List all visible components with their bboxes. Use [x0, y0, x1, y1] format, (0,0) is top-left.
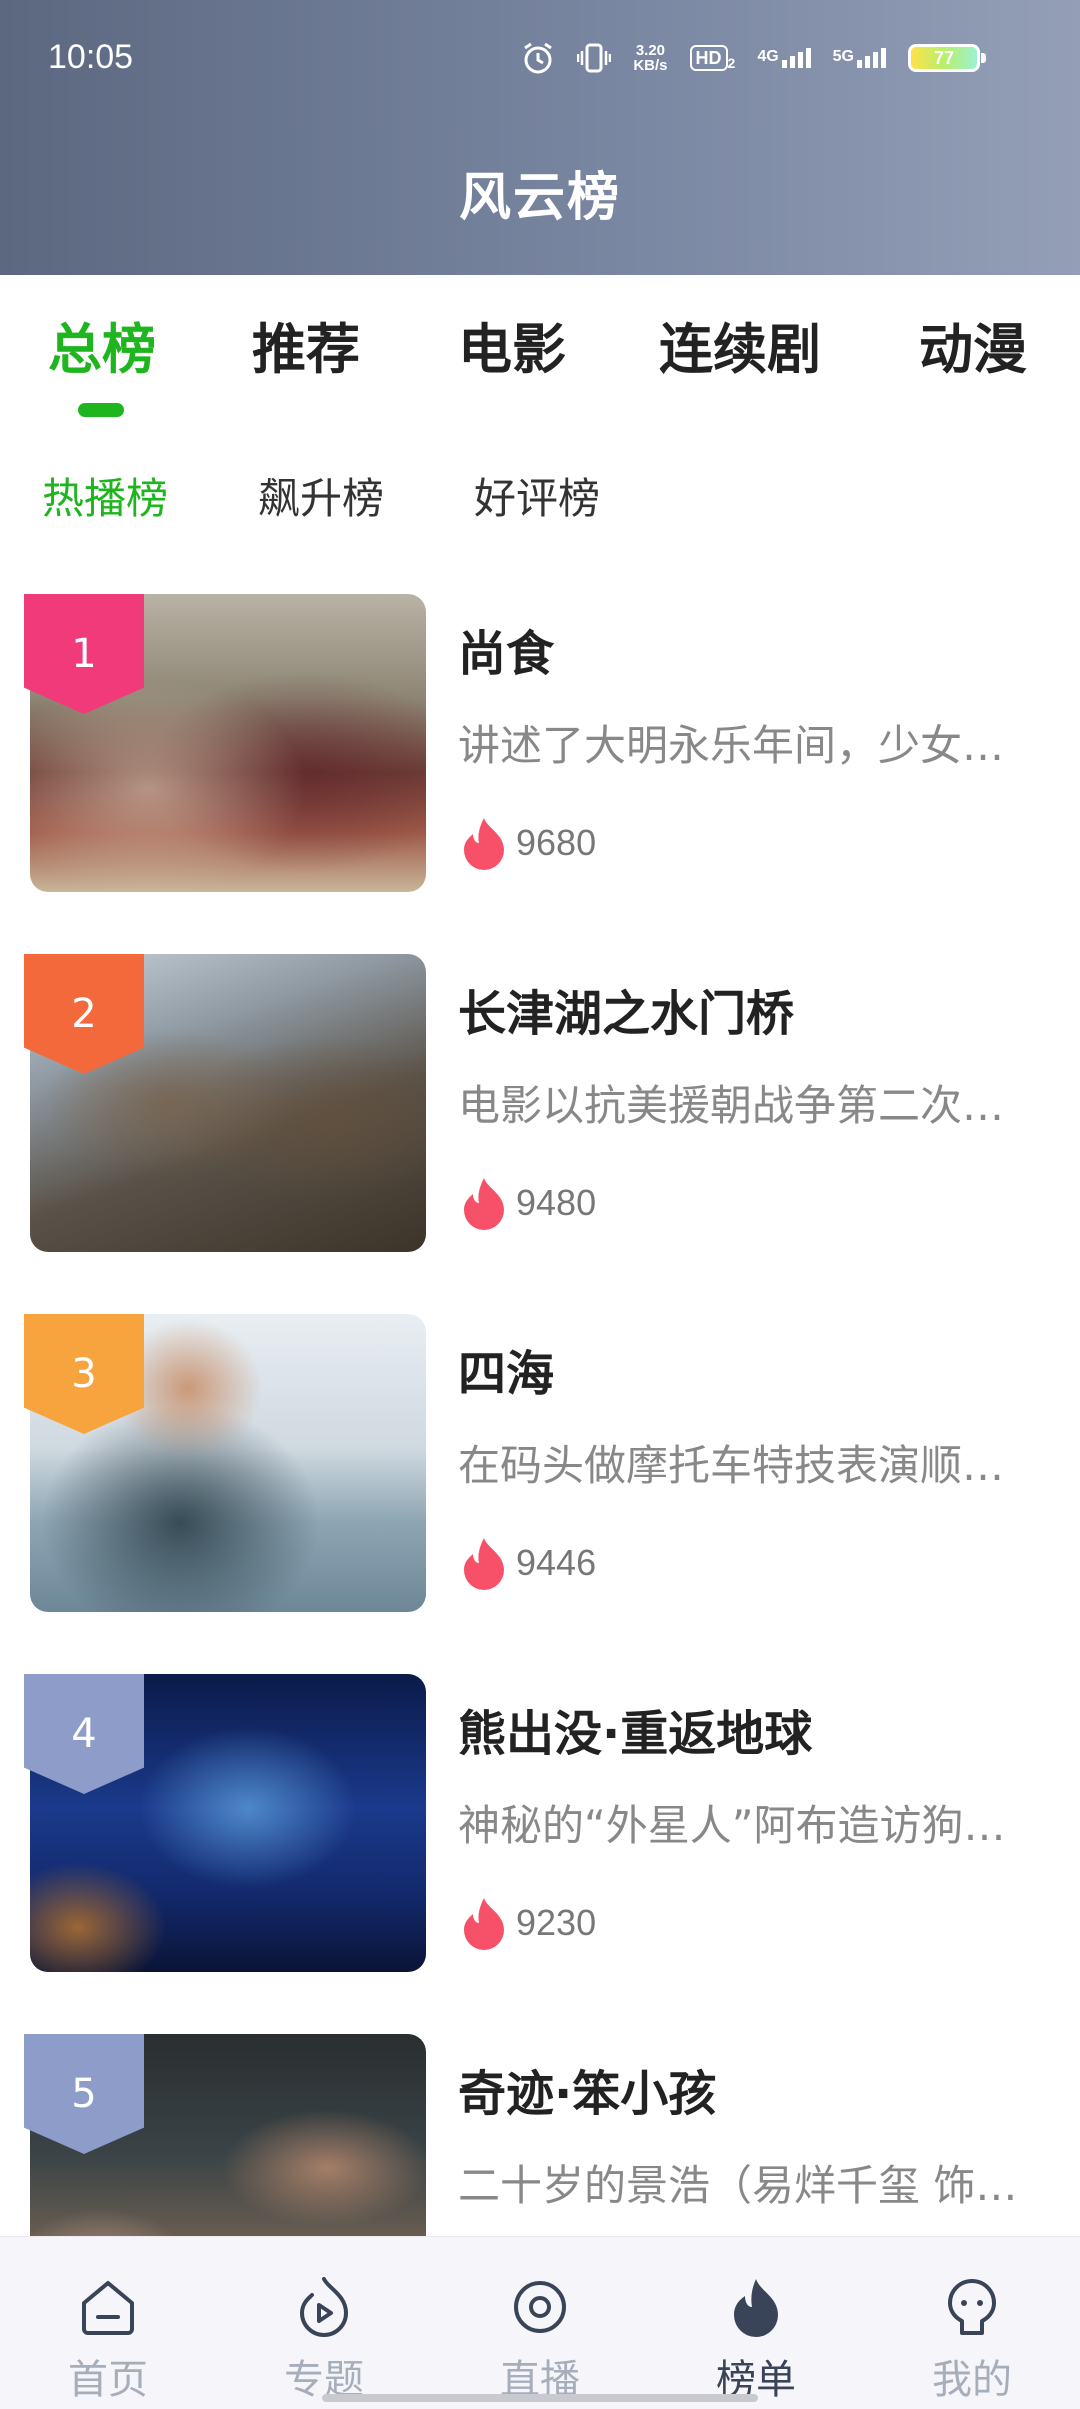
- subtab-rising[interactable]: 飙升榜: [258, 465, 384, 526]
- hd-sub: 2: [727, 55, 736, 71]
- profile-icon: [948, 2279, 996, 2335]
- heat-score: 9480: [460, 1176, 596, 1230]
- list-item[interactable]: 4 熊出没·重返地球 神秘的“外星人”阿布造访狗熊岭 9230: [0, 1674, 1080, 1974]
- list-item[interactable]: 2 长津湖之水门桥 电影以抗美援朝战争第二次战役中 9480: [0, 954, 1080, 1254]
- item-title[interactable]: 长津湖之水门桥: [458, 974, 794, 1044]
- live-icon: [514, 2281, 566, 2333]
- heat-value: 9446: [516, 1542, 597, 1583]
- page-title: 风云榜: [458, 168, 621, 228]
- signal-4g-icon: 4G: [757, 48, 811, 68]
- play-flame-icon: [299, 2277, 349, 2337]
- sub-tabs: 热播榜 飙升榜 好评榜: [0, 465, 1080, 525]
- heat-score: 9446: [460, 1536, 596, 1590]
- tab-movie[interactable]: 电影: [458, 305, 566, 384]
- item-title[interactable]: 熊出没·重返地球: [458, 1694, 812, 1764]
- battery-icon: 77: [908, 44, 986, 72]
- heat-score: 9680: [460, 816, 596, 870]
- nav-home[interactable]: 首页: [38, 2275, 178, 2405]
- home-indicator[interactable]: [322, 2394, 758, 2402]
- item-description: 讲述了大明永乐年间，少女姚子衿: [458, 721, 1028, 770]
- item-description: 电影以抗美援朝战争第二次战役中: [458, 1081, 1028, 1130]
- bottom-nav: 首页 专题 直播 榜单 我的: [0, 2236, 1080, 2409]
- signal-5g-icon: 5G: [833, 48, 886, 68]
- nav-profile-label: 我的: [932, 2357, 1012, 2403]
- nav-topics[interactable]: 专题: [254, 2275, 394, 2405]
- tab-recommend[interactable]: 推荐: [252, 305, 360, 384]
- flame-icon: [734, 2279, 778, 2337]
- list-item[interactable]: 1 尚食 讲述了大明永乐年间，少女姚子衿 9680: [0, 594, 1080, 894]
- alarm-icon: [521, 42, 555, 74]
- subtab-hot[interactable]: 热播榜: [42, 465, 168, 526]
- heat-value: 9680: [516, 822, 597, 863]
- net1-label: 4G: [757, 48, 779, 65]
- nav-home-label: 首页: [68, 2357, 148, 2403]
- flame-icon: [464, 1898, 504, 1950]
- tab-anime[interactable]: 动漫: [919, 305, 1027, 384]
- header: 10:05 3.20 KB/s HD 2 4G 5G 77 风云榜: [0, 0, 1080, 275]
- category-tabs: 总榜 推荐 电影 连续剧 动漫: [0, 305, 1080, 415]
- flame-icon: [464, 1538, 504, 1590]
- status-icons: 3.20 KB/s HD 2 4G 5G 77: [521, 42, 986, 74]
- tab-series[interactable]: 连续剧: [659, 305, 821, 384]
- item-title[interactable]: 奇迹·笨小孩: [458, 2054, 716, 2124]
- item-description: 神秘的“外星人”阿布造访狗熊岭: [458, 1801, 1028, 1850]
- subtab-top-rated[interactable]: 好评榜: [474, 465, 600, 526]
- vibrate-icon: [577, 43, 612, 73]
- tab-indicator: [78, 403, 124, 417]
- list-item[interactable]: 3 四海 在码头做摩托车特技表演顺便谋生 9446: [0, 1314, 1080, 1614]
- net-speed: 3.20 KB/s: [633, 43, 667, 73]
- heat-value: 9480: [516, 1182, 597, 1223]
- net2-label: 5G: [832, 48, 854, 65]
- status-time: 10:05: [48, 38, 134, 76]
- heat-score: 9230: [460, 1896, 596, 1950]
- heat-value: 9230: [516, 1902, 597, 1943]
- item-description: 二十岁的景浩（易烊千玺 饰）独自: [458, 2161, 1028, 2210]
- hd-badge: HD 2: [689, 45, 736, 71]
- item-title[interactable]: 尚食: [458, 614, 554, 684]
- item-description: 在码头做摩托车特技表演顺便谋生: [458, 1441, 1028, 1490]
- net-speed-unit: KB/s: [633, 57, 668, 74]
- nav-charts[interactable]: 榜单: [686, 2275, 826, 2405]
- hd-label: HD: [689, 45, 728, 71]
- flame-icon: [464, 818, 504, 870]
- nav-live[interactable]: 直播: [470, 2275, 610, 2405]
- flame-icon: [464, 1178, 504, 1230]
- nav-profile[interactable]: 我的: [902, 2275, 1042, 2405]
- item-title[interactable]: 四海: [458, 1334, 554, 1404]
- tab-overall[interactable]: 总榜: [48, 305, 156, 384]
- home-icon: [82, 2281, 134, 2335]
